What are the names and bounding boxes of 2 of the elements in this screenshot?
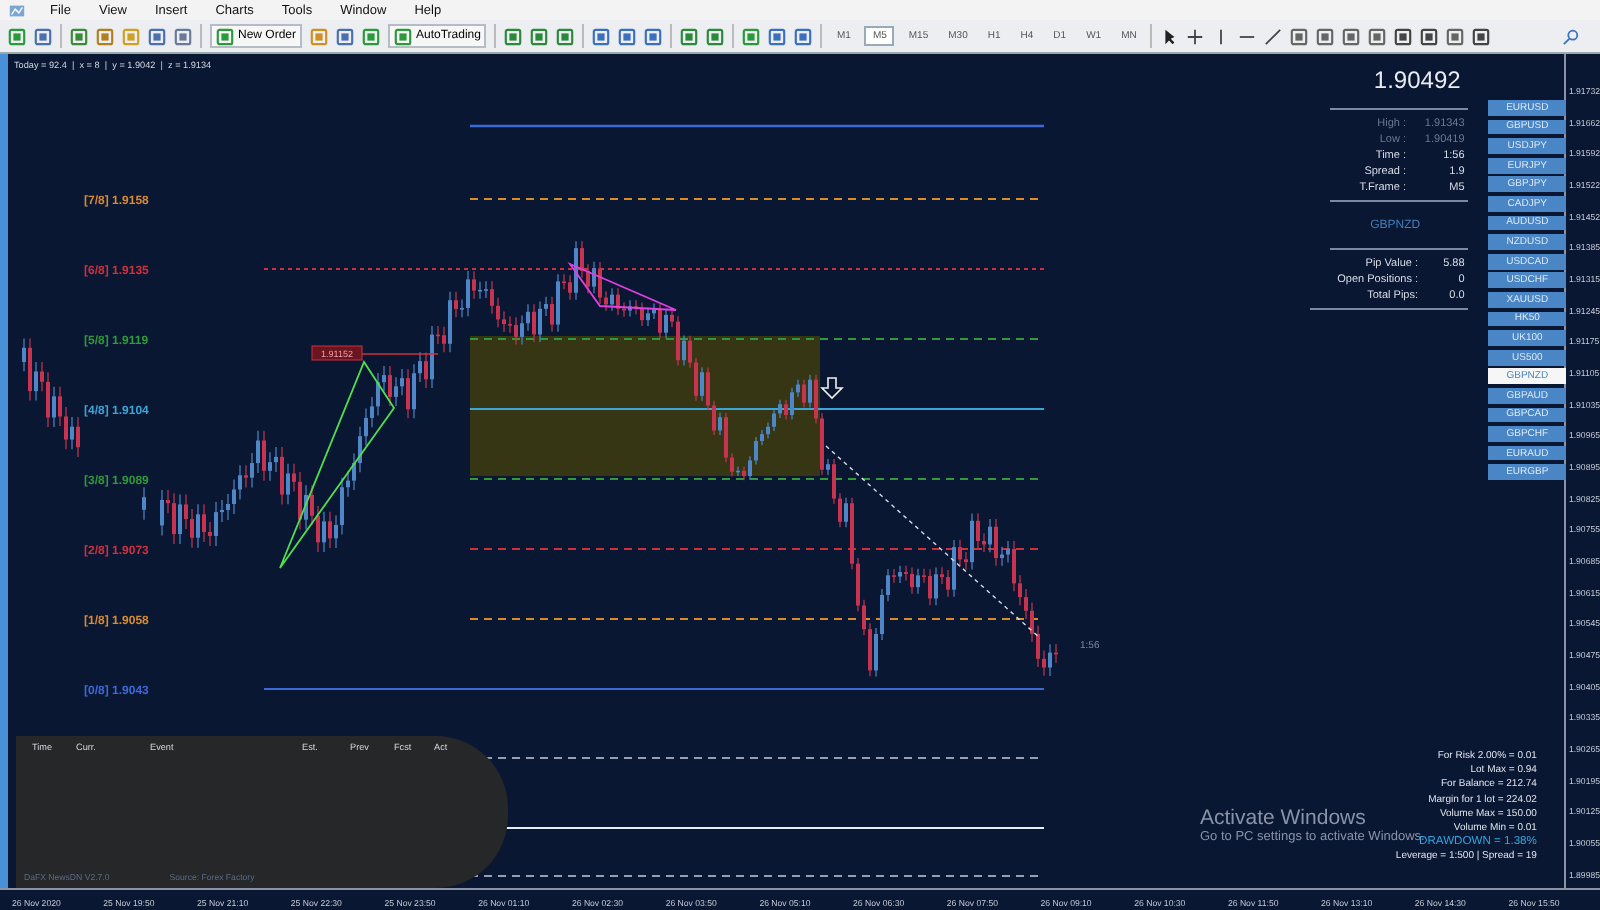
activation-title: Activate Windows [1200, 806, 1368, 830]
current-price: 1.90492 [1371, 66, 1463, 98]
